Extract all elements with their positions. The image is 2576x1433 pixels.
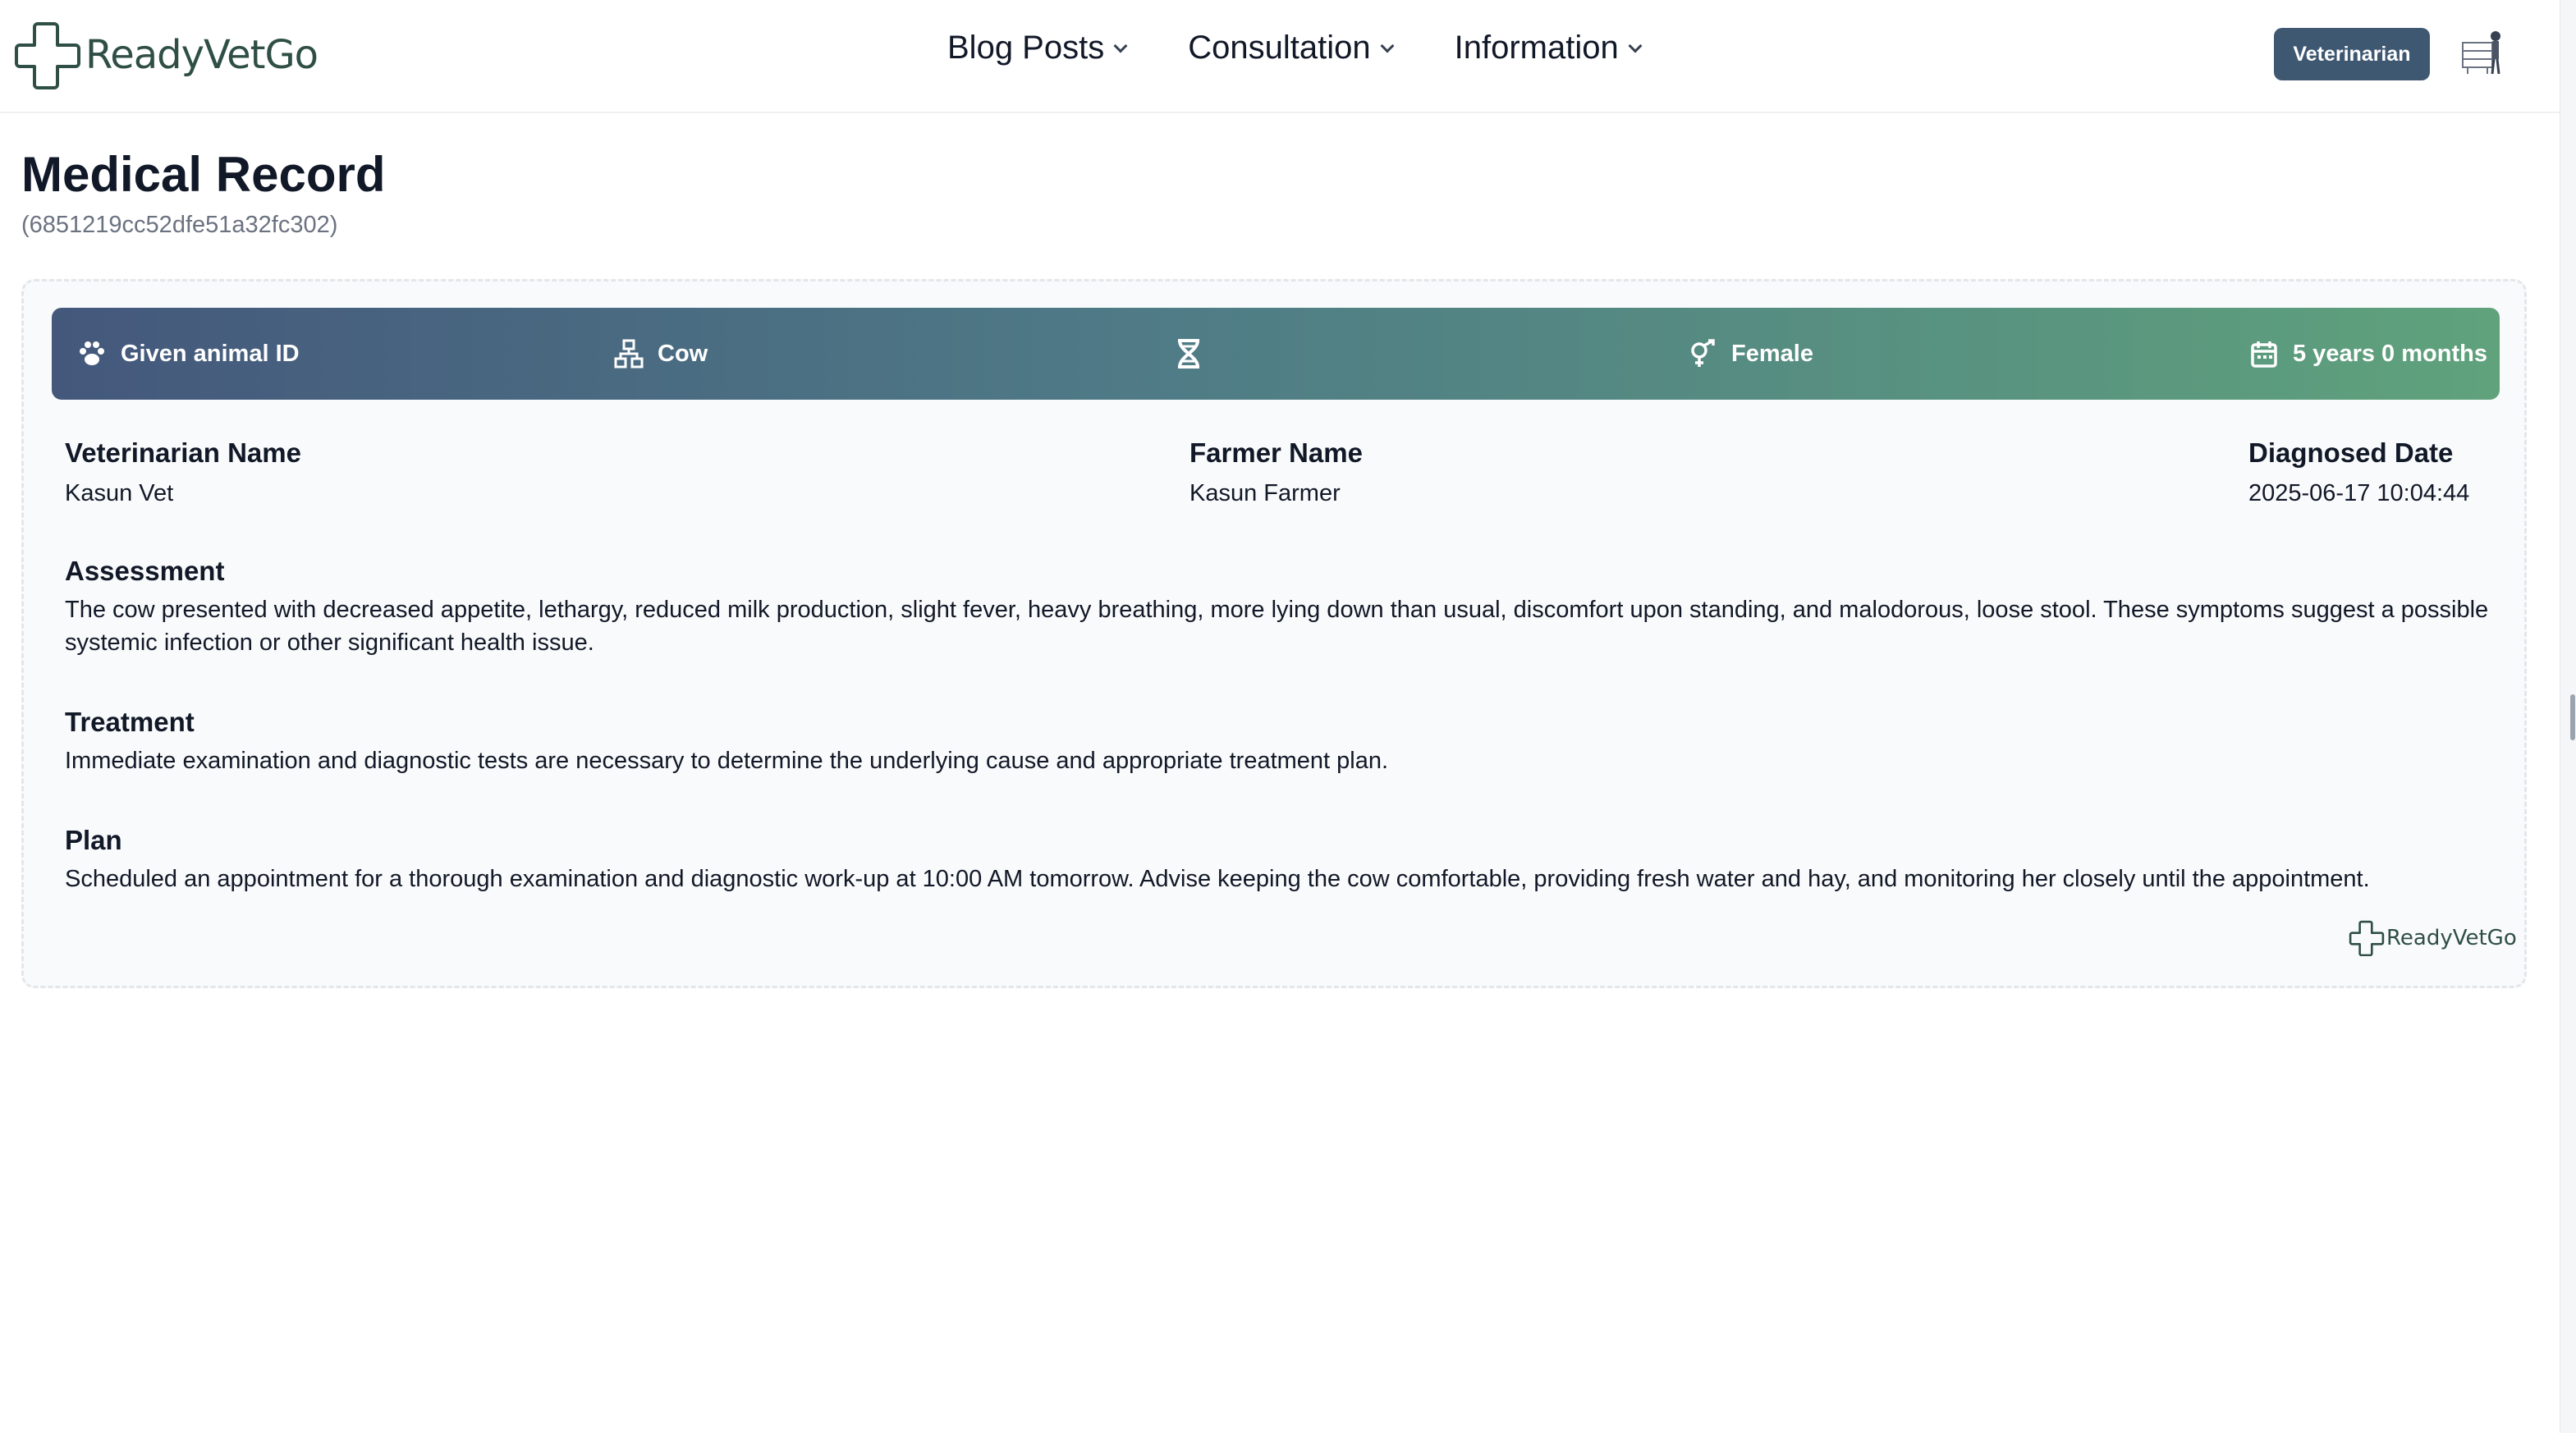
vet-name-value: Kasun Vet	[65, 480, 174, 506]
plan-title: Plan	[65, 825, 122, 855]
diagnosed-date-label: Diagnosed Date	[2248, 437, 2454, 468]
plan-text: Scheduled an appointment for a thorough …	[65, 866, 2370, 892]
farmer-name-label: Farmer Name	[1189, 437, 1363, 468]
medical-record-card: Given animal ID Cow Female 5 years 0 mon…	[21, 279, 2527, 988]
animal-id-item: Given animal ID	[76, 308, 300, 400]
brand-name: ReadyVetGo	[85, 32, 319, 78]
age-item: 5 years 0 months	[2248, 308, 2487, 400]
cross-logo-icon	[2349, 920, 2385, 956]
top-navbar: ReadyVetGo Blog Posts Consultation Infor…	[0, 0, 2560, 113]
page-title: Medical Record	[21, 147, 386, 202]
sex-item: Female	[1687, 308, 1813, 400]
paw-icon	[80, 341, 104, 365]
nav-consultation-label: Consultation	[1188, 30, 1371, 66]
nav-information-label: Information	[1454, 30, 1619, 66]
card-brand-name: ReadyVetGo	[2386, 926, 2517, 950]
diagnosed-date-value: 2025-06-17 10:04:44	[2248, 480, 2470, 506]
hierarchy-icon	[614, 339, 644, 369]
breed-item	[1173, 308, 1217, 400]
vet-name-label: Veterinarian Name	[65, 437, 301, 468]
animal-id-text: Given animal ID	[121, 340, 300, 367]
assessment-text: The cow presented with decreased appetit…	[65, 597, 2489, 656]
species-text: Cow	[658, 340, 708, 367]
chevron-down-icon	[1113, 39, 1128, 53]
diagnosed-date-block: Diagnosed Date 2025-06-17 10:04:44	[2248, 437, 2469, 507]
main-nav: Blog Posts Consultation Information	[947, 30, 1643, 66]
nav-blog-posts-label: Blog Posts	[947, 30, 1105, 66]
farmer-name-block: Farmer Name Kasun Farmer	[1189, 437, 1363, 507]
user-avatar-icon[interactable]	[2459, 28, 2505, 77]
treatment-text: Immediate examination and diagnostic tes…	[65, 748, 1389, 774]
plan-section: Plan Scheduled an appointment for a thor…	[65, 825, 2503, 895]
record-id: (6851219cc52dfe51a32fc302)	[21, 212, 338, 238]
assessment-section: Assessment The cow presented with decrea…	[65, 556, 2503, 659]
chevron-down-icon	[1628, 39, 1643, 53]
dna-icon	[1178, 339, 1199, 369]
role-button[interactable]: Veterinarian	[2274, 28, 2430, 80]
scrollbar-thumb[interactable]	[2570, 694, 2575, 740]
sex-text: Female	[1731, 340, 1813, 367]
vet-name-block: Veterinarian Name Kasun Vet	[65, 437, 301, 507]
brand-logo[interactable]: ReadyVetGo	[13, 18, 319, 92]
species-item: Cow	[613, 308, 708, 400]
farmer-name-value: Kasun Farmer	[1189, 480, 1341, 506]
vertical-scrollbar[interactable]	[2560, 0, 2576, 1433]
nav-information[interactable]: Information	[1454, 30, 1643, 66]
gender-icon	[1691, 339, 1715, 367]
chevron-down-icon	[1380, 39, 1395, 53]
treatment-section: Treatment Immediate examination and diag…	[65, 707, 2503, 777]
calendar-icon	[2251, 341, 2277, 368]
card-brand-logo: ReadyVetGo	[2349, 920, 2517, 956]
assessment-title: Assessment	[65, 556, 225, 586]
treatment-title: Treatment	[65, 707, 195, 737]
nav-blog-posts[interactable]: Blog Posts	[947, 30, 1128, 66]
animal-info-banner: Given animal ID Cow Female 5 years 0 mon…	[52, 308, 2500, 400]
nav-consultation[interactable]: Consultation	[1188, 30, 1395, 66]
cross-logo-icon	[15, 22, 80, 89]
age-text: 5 years 0 months	[2293, 340, 2487, 367]
